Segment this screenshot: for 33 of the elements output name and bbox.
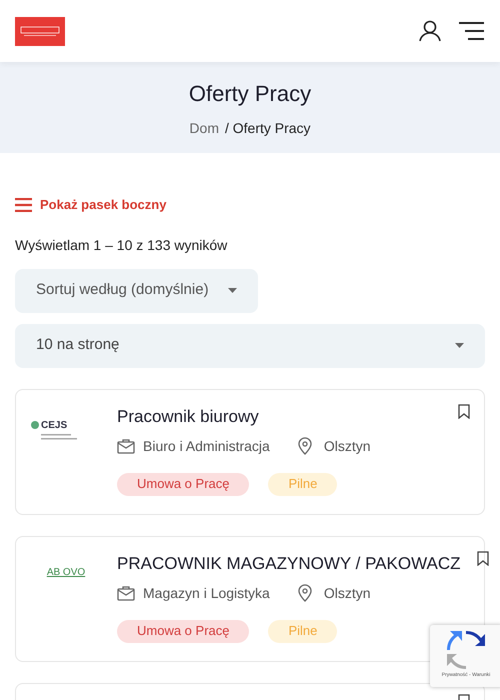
menu-icon[interactable]	[459, 22, 485, 40]
job-title[interactable]: PRACOWNIK MAGAZYNOWY / PAKOWACZ	[117, 550, 460, 576]
job-location: Olsztyn	[324, 436, 371, 456]
job-category: Biuro i Administracja	[143, 436, 270, 456]
per-page-select[interactable]: 10 na stronę	[15, 324, 485, 368]
breadcrumb-link[interactable]: Dom	[189, 118, 219, 138]
menu-icon	[15, 198, 32, 212]
job-category: Magazyn i Logistyka	[143, 584, 270, 603]
job-type-tag: Pilne	[268, 472, 338, 496]
job-type-tag: Umowa o Pracę	[117, 620, 250, 642]
dropdown-caret-icon	[455, 343, 464, 348]
site-logo[interactable]	[15, 16, 65, 46]
sort-select[interactable]: Sortuj według (domyślnie)	[15, 268, 258, 312]
page-title: Oferty Pracy	[188, 80, 312, 108]
company-logo: AB OVO	[46, 566, 86, 580]
job-type-tag: Umowa o Pracę	[117, 472, 250, 496]
briefcase-icon	[117, 585, 135, 601]
bookmark-icon[interactable]	[476, 550, 488, 566]
company-logo: CEJS	[31, 418, 101, 440]
user-icon[interactable]	[419, 20, 441, 42]
job-type-tag: Pilne	[268, 620, 338, 642]
show-sidebar-button[interactable]: Pokaż pasek boczny	[15, 195, 166, 214]
breadcrumb-current: / Oferty Pracy	[224, 118, 311, 138]
job-location: Olsztyn	[324, 584, 371, 603]
dropdown-caret-icon	[228, 288, 237, 293]
briefcase-icon	[117, 438, 135, 454]
location-pin-icon	[298, 437, 312, 455]
job-title[interactable]: Pracownik biurowy	[117, 404, 442, 430]
location-pin-icon	[298, 584, 312, 602]
bookmark-icon[interactable]	[458, 404, 470, 418]
job-card[interactable]: CEJS Pracownik biurowy Biuro i Administracja Olsztyn Umowa o Pracę Pilne	[15, 388, 485, 514]
result-count: Wyświetlam 1 – 10 z 133 wyników	[15, 236, 228, 255]
recaptcha-icon	[447, 631, 485, 669]
